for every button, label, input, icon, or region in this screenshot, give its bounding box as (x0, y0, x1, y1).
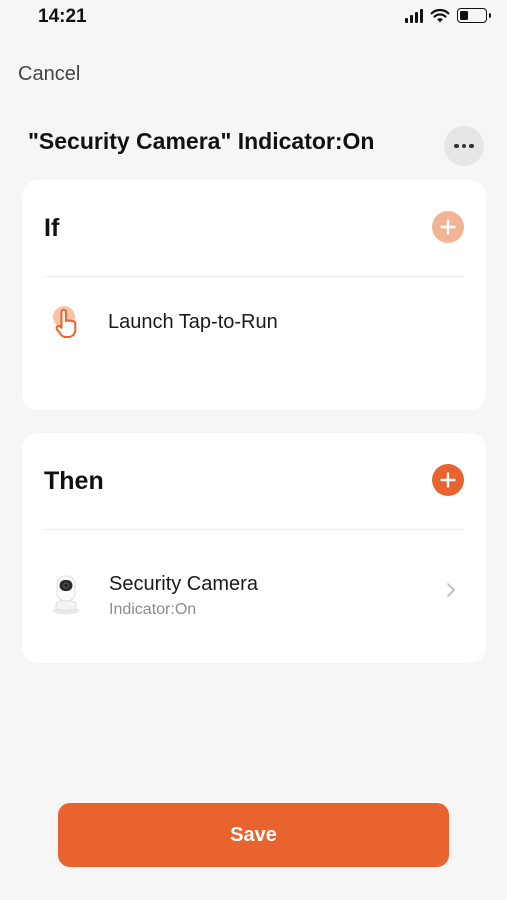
if-heading: If (44, 214, 60, 242)
battery-level (460, 11, 469, 20)
more-horizontal-icon (454, 143, 459, 149)
then-card-header: Then (22, 433, 486, 529)
action-device-name: Security Camera (109, 573, 258, 595)
more-options-button[interactable] (444, 126, 484, 166)
save-button[interactable]: Save (58, 803, 449, 867)
chevron-right-icon (447, 583, 455, 597)
cancel-button[interactable]: Cancel (18, 63, 80, 86)
page-title: "Security Camera" Indicator:On (28, 128, 375, 154)
scene-editor-screen: 14:21 Cancel "Security Camera" Indicator… (0, 0, 507, 900)
signal-icon (405, 8, 423, 23)
action-row[interactable]: Security Camera Indicator:On (22, 530, 486, 660)
status-bar: 14:21 (0, 0, 507, 34)
tap-hand-icon (53, 306, 77, 338)
status-icons (405, 8, 491, 23)
battery-icon (457, 8, 491, 23)
action-device-status: Indicator:On (109, 601, 197, 618)
security-camera-icon (53, 575, 79, 615)
status-time: 14:21 (38, 6, 87, 27)
then-heading: Then (44, 467, 104, 495)
if-card-header: If (22, 180, 486, 276)
condition-row[interactable]: Launch Tap-to-Run (22, 277, 486, 407)
plus-icon (440, 472, 456, 488)
add-condition-button[interactable] (432, 211, 464, 243)
plus-icon (440, 219, 456, 235)
if-card: If Launch Tap-to-Run (22, 180, 486, 410)
add-action-button[interactable] (432, 464, 464, 496)
condition-label: Launch Tap-to-Run (108, 311, 278, 333)
wifi-icon (430, 8, 450, 23)
then-card: Then Security Camera Indicator:On (22, 433, 486, 663)
